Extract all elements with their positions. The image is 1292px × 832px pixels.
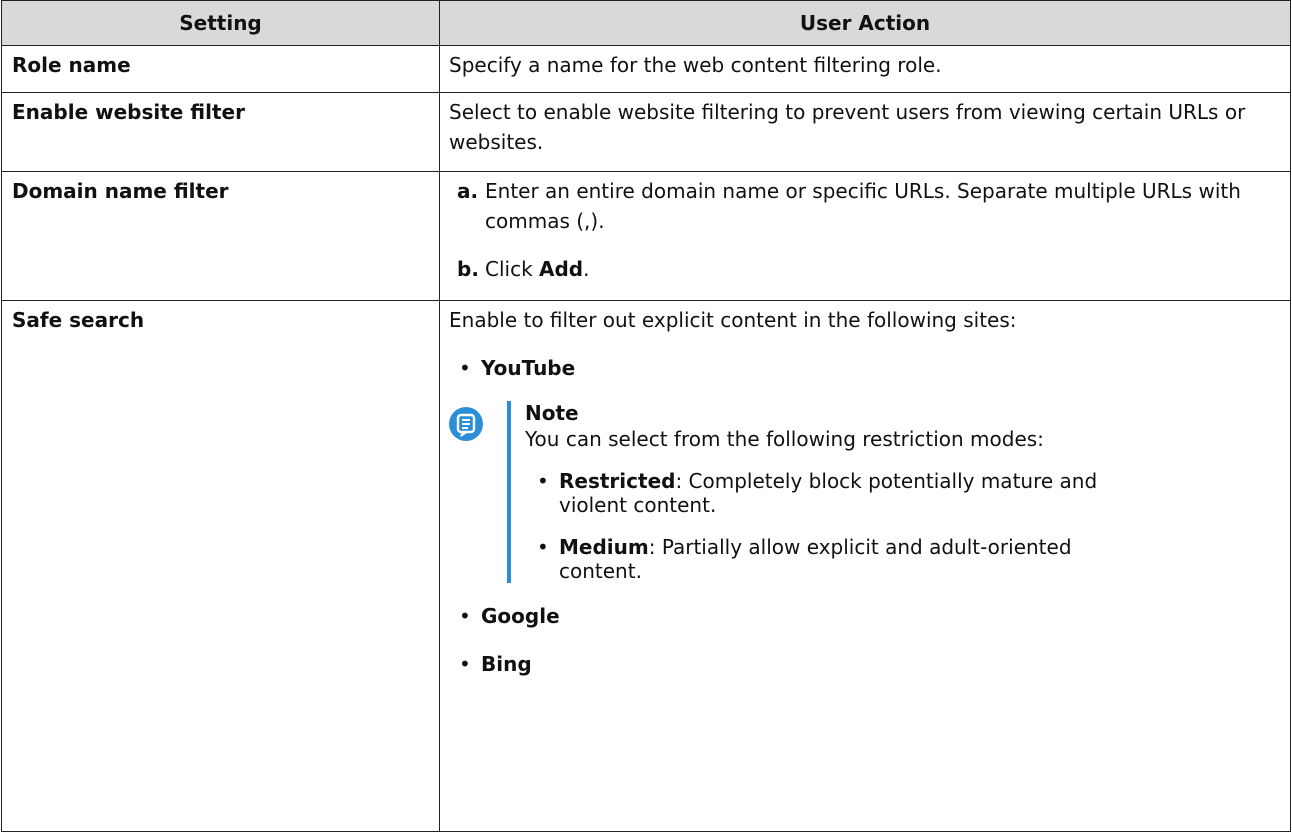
table-row: Enable website filter Select to enable w… [1,92,1291,172]
site-name: Bing [481,652,532,676]
note-list: • Restricted: Completely block potential… [525,469,1282,583]
note-text: You can select from the following restri… [525,427,1044,451]
header-setting: Setting [1,0,440,46]
bullet-dot: • [537,469,549,493]
add-label: Add [539,257,584,281]
table-row: Role name Specify a name for the web con… [1,45,1291,93]
step-marker: a. [457,179,479,203]
step-text-before: Click [485,257,540,281]
list-item-google: • Google [459,601,1282,631]
note-box: Note You can select from the following r… [449,401,1282,583]
bullet-dot: • [459,356,471,380]
step-text: Click Add. [485,254,1282,284]
setting-domain-name-filter: Domain name filter [1,171,440,301]
mode-label: Medium [559,535,649,559]
list-item-medium: • Medium: Partially allow explicit and a… [537,535,1117,583]
site-name: YouTube [481,356,576,380]
setting-safe-search: Safe search [1,300,440,832]
settings-table: Setting User Action Role name Specify a … [1,0,1291,832]
step-b: b. Click Add. [457,254,1282,284]
list-item-youtube: • YouTube [459,353,1282,383]
table-row: Domain name filter a. Enter an entire do… [1,171,1291,301]
note-title: Note [525,401,579,425]
site-name: Google [481,604,560,628]
action-safe-search: Enable to filter out explicit content in… [439,300,1291,832]
action-enable-website-filter: Select to enable website filtering to pr… [439,92,1291,172]
table-header-row: Setting User Action [1,0,1291,46]
setting-role-name: Role name [1,45,440,93]
note-icon-glyph [456,413,476,437]
list-item-restricted: • Restricted: Completely block potential… [537,469,1117,517]
bullet-dot: • [459,652,471,676]
step-text: Enter an entire domain name or specific … [485,179,1241,233]
note-icon [449,407,483,441]
step-a: a. Enter an entire domain name or specif… [457,176,1282,236]
table-row: Safe search Enable to filter out explici… [1,300,1291,832]
safe-search-intro: Enable to filter out explicit content in… [449,308,1017,332]
list-item-bing: • Bing [459,649,1282,679]
bullet-dot: • [459,604,471,628]
bullet-dot: • [537,535,549,559]
header-user-action: User Action [439,0,1291,46]
note-accent-bar [507,401,511,583]
action-domain-name-filter: a. Enter an entire domain name or specif… [439,171,1291,301]
step-text-after: . [583,257,590,281]
setting-enable-website-filter: Enable website filter [1,92,440,172]
step-marker: b. [457,257,479,281]
mode-label: Restricted [559,469,676,493]
action-role-name: Specify a name for the web content filte… [439,45,1291,93]
